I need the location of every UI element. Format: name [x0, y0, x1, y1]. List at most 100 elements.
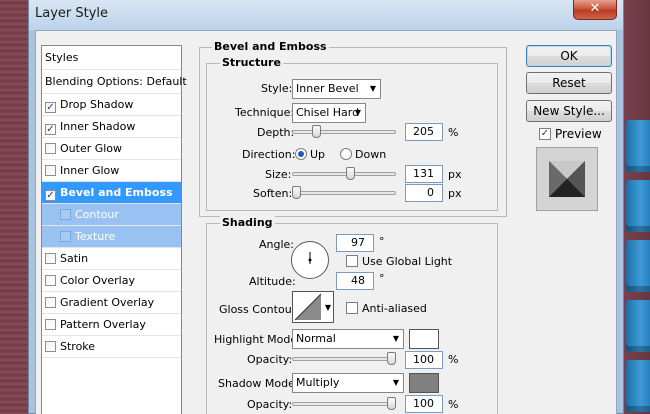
- soften-input[interactable]: 0: [405, 184, 443, 202]
- technique-select[interactable]: Chisel Hard ▼: [292, 103, 366, 123]
- style-item-checkbox[interactable]: [45, 143, 56, 154]
- dialog-client-area: Styles Blending Options: Default ✓ Drop S…: [35, 30, 617, 414]
- style-item-contour[interactable]: Contour: [42, 204, 181, 226]
- soften-slider[interactable]: [292, 191, 396, 195]
- styles-header-label: Styles: [45, 51, 79, 64]
- style-item-label: Satin: [60, 252, 89, 265]
- style-item-texture[interactable]: Texture: [42, 226, 181, 248]
- window-title: Layer Style: [35, 6, 109, 21]
- altitude-input[interactable]: 48: [336, 272, 374, 290]
- reset-button[interactable]: Reset: [526, 72, 612, 94]
- shadow-opacity-input[interactable]: 100: [405, 395, 443, 413]
- style-item-checkbox[interactable]: ✓: [45, 190, 56, 201]
- style-item-checkbox[interactable]: [45, 319, 56, 330]
- depth-unit: %: [448, 126, 459, 139]
- highlight-color-swatch[interactable]: [409, 329, 439, 349]
- style-item-checkbox[interactable]: ✓: [45, 124, 56, 135]
- soften-slider-thumb[interactable]: [292, 186, 301, 199]
- highlight-opacity-input[interactable]: 100: [405, 351, 443, 369]
- direction-down-radio[interactable]: [340, 148, 352, 160]
- layer-style-dialog: Layer Style ✕ Styles Blending Options: D…: [28, 0, 624, 414]
- shadow-mode-value: Multiply: [296, 376, 340, 389]
- styles-header[interactable]: Styles: [42, 46, 181, 70]
- style-item-outer-glow[interactable]: Outer Glow: [42, 138, 181, 160]
- dropdown-arrow-icon: ▼: [392, 334, 399, 343]
- styles-list: Styles Blending Options: Default ✓ Drop S…: [41, 45, 187, 414]
- global-light-label: Use Global Light: [362, 255, 453, 268]
- direction-up-label: Up: [310, 148, 326, 161]
- size-slider-thumb[interactable]: [346, 167, 355, 180]
- size-slider[interactable]: [292, 172, 396, 176]
- shadow-opacity-slider[interactable]: [292, 402, 396, 406]
- title-bar[interactable]: Layer Style ✕: [29, 0, 623, 30]
- style-item-label: Color Overlay: [60, 274, 135, 287]
- highlight-opacity-slider[interactable]: [292, 357, 396, 361]
- gloss-contour-picker[interactable]: ▼: [292, 291, 334, 323]
- depth-label: Depth:: [257, 126, 295, 139]
- style-item-inner-glow[interactable]: Inner Glow: [42, 160, 181, 182]
- ok-button[interactable]: OK: [526, 45, 612, 67]
- shadow-opacity-thumb[interactable]: [387, 397, 396, 410]
- style-item-color-overlay[interactable]: Color Overlay: [42, 270, 181, 292]
- structure-title: Structure: [220, 56, 283, 69]
- style-item-checkbox[interactable]: [45, 297, 56, 308]
- size-unit: px: [448, 168, 462, 181]
- depth-input[interactable]: 205: [405, 123, 443, 141]
- style-item-bevel-and-emboss[interactable]: ✓ Bevel and Emboss: [42, 182, 181, 204]
- style-item-pattern-overlay[interactable]: Pattern Overlay: [42, 314, 181, 336]
- shadow-color-swatch[interactable]: [409, 373, 439, 393]
- style-item-label: Drop Shadow: [60, 98, 134, 111]
- size-input[interactable]: 131: [405, 165, 443, 183]
- angle-dial[interactable]: [291, 241, 329, 279]
- style-item-label: Stroke: [60, 340, 96, 353]
- style-item-checkbox[interactable]: [45, 275, 56, 286]
- preview-label: Preview: [555, 127, 602, 141]
- highlight-mode-label: Highlight Mode:: [214, 333, 301, 346]
- style-item-stroke[interactable]: Stroke: [42, 336, 181, 358]
- shading-title: Shading: [220, 216, 275, 229]
- preview-checkbox[interactable]: ✓: [539, 128, 551, 140]
- shadow-mode-label: Shadow Mode:: [218, 377, 299, 390]
- new-style-button[interactable]: New Style...: [526, 100, 612, 122]
- dropdown-arrow-icon: ▼: [392, 378, 399, 387]
- style-item-checkbox[interactable]: [60, 231, 71, 242]
- close-button[interactable]: ✕: [573, 0, 617, 20]
- highlight-opacity-thumb[interactable]: [387, 352, 396, 365]
- style-preview-thumbnail: [536, 147, 598, 211]
- style-item-checkbox[interactable]: [45, 253, 56, 264]
- style-item-checkbox[interactable]: [60, 209, 71, 220]
- style-item-label: Inner Glow: [60, 164, 120, 177]
- style-item-satin[interactable]: Satin: [42, 248, 181, 270]
- style-item-gradient-overlay[interactable]: Gradient Overlay: [42, 292, 181, 314]
- highlight-mode-select[interactable]: Normal ▼: [292, 329, 404, 349]
- desktop-background-left: [0, 0, 28, 414]
- style-select[interactable]: Inner Bevel ▼: [292, 79, 381, 99]
- technique-value: Chisel Hard: [296, 106, 360, 119]
- shadow-mode-select[interactable]: Multiply ▼: [292, 373, 404, 393]
- dropdown-arrow-icon: ▼: [354, 108, 361, 117]
- style-value: Inner Bevel: [296, 82, 359, 95]
- style-item-drop-shadow[interactable]: ✓ Drop Shadow: [42, 94, 181, 116]
- depth-slider-thumb[interactable]: [312, 125, 321, 138]
- style-item-label: Inner Shadow: [60, 120, 136, 133]
- angle-input[interactable]: 97: [336, 234, 374, 252]
- depth-slider[interactable]: [292, 130, 396, 134]
- direction-up-radio[interactable]: [295, 148, 307, 160]
- desktop-decoration: [626, 240, 650, 292]
- style-item-checkbox[interactable]: [45, 341, 56, 352]
- direction-down-label: Down: [355, 148, 387, 161]
- global-light-checkbox[interactable]: [346, 255, 358, 267]
- soften-label: Soften:: [253, 187, 293, 200]
- technique-label: Technique:: [235, 106, 295, 119]
- desktop-decoration: [626, 300, 650, 352]
- angle-unit: °: [379, 235, 385, 248]
- style-item-checkbox[interactable]: ✓: [45, 102, 56, 113]
- anti-aliased-checkbox[interactable]: [346, 302, 358, 314]
- dropdown-arrow-icon: ▼: [324, 303, 331, 312]
- style-item-inner-shadow[interactable]: ✓ Inner Shadow: [42, 116, 181, 138]
- blending-options-item[interactable]: Blending Options: Default: [42, 70, 187, 94]
- style-item-checkbox[interactable]: [45, 165, 56, 176]
- desktop-decoration: [626, 360, 650, 412]
- dropdown-arrow-icon: ▼: [369, 84, 376, 93]
- style-item-label: Gradient Overlay: [60, 296, 155, 309]
